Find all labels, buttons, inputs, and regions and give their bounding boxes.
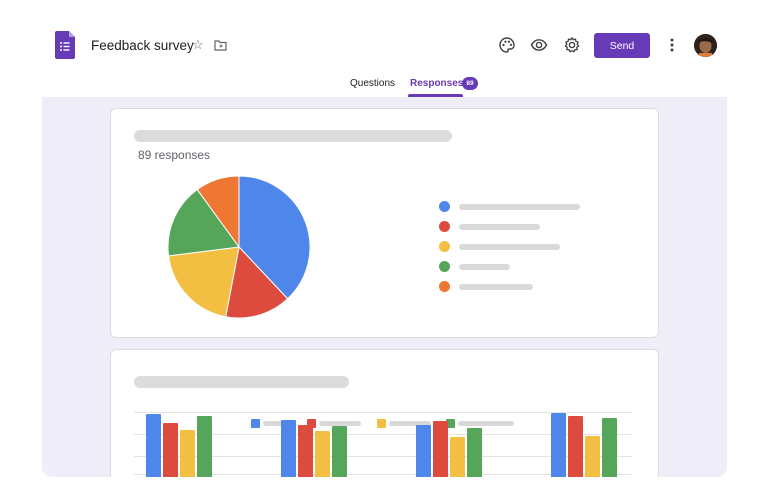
bar-legend-yellow <box>377 419 386 428</box>
bar-green <box>197 416 212 477</box>
responses-count-badge: 89 <box>462 77 478 90</box>
legend-label-placeholder <box>459 224 540 230</box>
question-title-placeholder <box>134 130 452 142</box>
question-title-placeholder <box>134 376 349 388</box>
pie-chart <box>167 175 311 319</box>
bar-yellow <box>315 431 330 477</box>
legend-label-placeholder <box>459 244 560 250</box>
eye-icon[interactable] <box>530 36 548 54</box>
bar-legend-label-placeholder <box>458 421 514 426</box>
summary-card: 89 responses <box>110 108 659 338</box>
bar-red <box>433 421 448 477</box>
legend-dot-blue <box>439 201 450 212</box>
bar-blue <box>551 413 566 477</box>
tab-responses[interactable]: Responses <box>410 78 463 89</box>
palette-icon[interactable] <box>498 36 516 54</box>
legend-dot-red <box>439 221 450 232</box>
response-count: 89 responses <box>138 148 211 162</box>
bar-green <box>467 428 482 477</box>
legend-dot-green <box>439 261 450 272</box>
bar-yellow <box>180 430 195 477</box>
more-vert-icon[interactable] <box>670 37 674 53</box>
document-title[interactable]: Feedback survey <box>91 38 194 53</box>
bar-red <box>163 423 178 477</box>
star-icon[interactable]: ☆ <box>192 37 204 53</box>
bar-blue <box>416 425 431 477</box>
avatar[interactable] <box>694 34 717 57</box>
bar-green <box>332 426 347 477</box>
legend-label-placeholder <box>459 204 580 210</box>
bar-chart-card <box>110 349 659 477</box>
bar-yellow <box>450 437 465 477</box>
responses-panel[interactable]: 89 responses <box>42 97 727 477</box>
forms-app-icon[interactable] <box>55 31 75 59</box>
send-button[interactable]: Send <box>594 33 650 58</box>
bar-blue <box>146 414 161 477</box>
bar-red <box>568 416 583 477</box>
legend-label-placeholder <box>459 264 510 270</box>
app-header: Feedback survey ☆ Send Questions Respons… <box>0 0 768 97</box>
legend-label-placeholder <box>459 284 533 290</box>
tab-questions[interactable]: Questions <box>350 78 395 89</box>
legend-dot-yellow <box>439 241 450 252</box>
bar-green <box>602 418 617 477</box>
legend-dot-orange <box>439 281 450 292</box>
bar-blue <box>281 420 296 477</box>
folder-icon[interactable] <box>214 39 227 51</box>
bar-yellow <box>585 436 600 477</box>
gear-icon[interactable] <box>563 36 581 54</box>
bar-red <box>298 425 313 477</box>
bar-legend-blue <box>251 419 260 428</box>
